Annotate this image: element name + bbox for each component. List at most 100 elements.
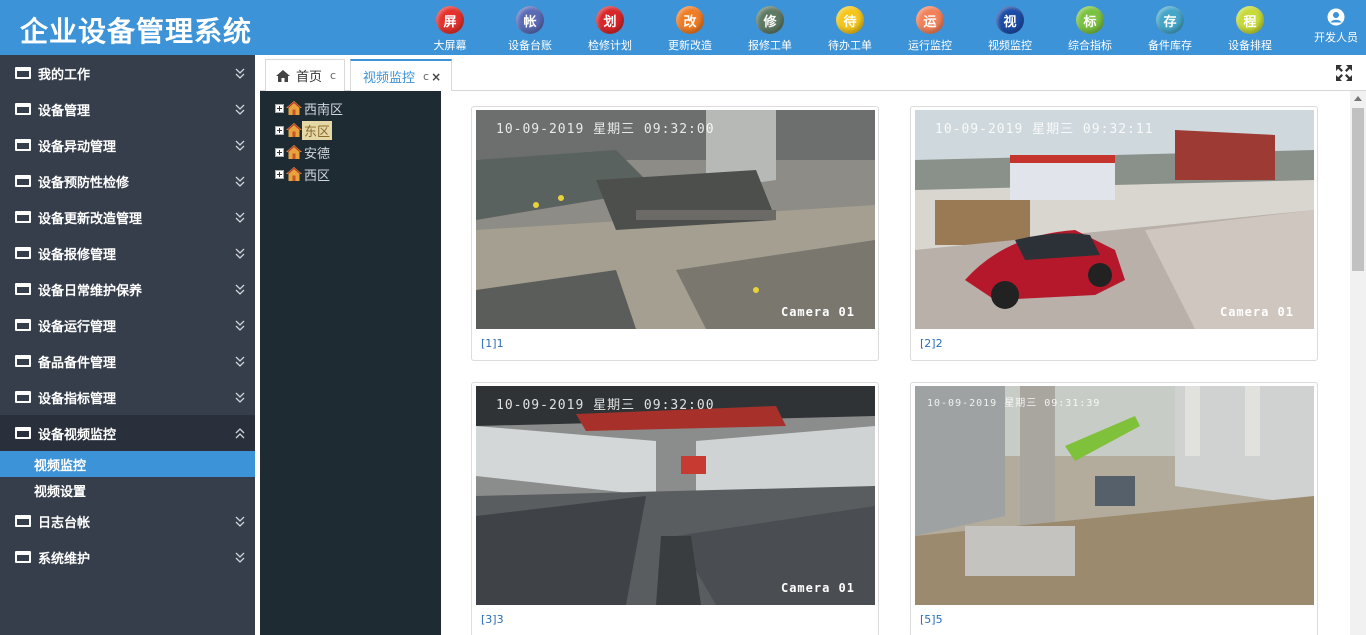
nav-renovation[interactable]: 改 更新改造 [650,0,730,55]
sidebar-item-video-monitoring[interactable]: 设备视频监控 [0,415,255,451]
scroll-up-arrow-icon[interactable] [1354,96,1362,101]
nav-video-monitor[interactable]: 视 视频监控 [970,0,1050,55]
camera-caption[interactable]: [1]1 [481,337,504,350]
tree-node-ande[interactable]: 安德 [275,143,332,162]
nav-run-monitor[interactable]: 运 运行监控 [890,0,970,55]
scrollbar-thumb[interactable] [1352,108,1364,271]
nav-equipment-ledger[interactable]: 帐 设备台账 [490,0,570,55]
sidebar-item-label: 设备指标管理 [38,391,117,407]
fullscreen-icon[interactable] [1332,61,1356,85]
tree-node-label: 西南区 [304,102,344,118]
renovate-icon: 改 [676,6,704,34]
sidebar-item-label: 设备运行管理 [38,319,117,335]
sidebar-item-my-work[interactable]: 我的工作 [0,55,255,91]
chevron-down-icon [235,392,245,403]
tab-label: 首页 [296,70,323,85]
camera-feed-image [476,386,875,605]
chevron-down-icon [235,104,245,115]
nav-label: 运行监控 [908,39,952,52]
camera-caption[interactable]: [3]3 [481,613,504,626]
nav-big-screen[interactable]: 屏 大屏幕 [410,0,490,55]
tree-node-east[interactable]: 东区 [275,120,333,140]
camera-name: Camera 01 [1219,305,1294,319]
window-icon [15,391,31,403]
sidebar-subitem-video-settings[interactable]: 视频设置 [0,477,255,503]
tree-node-label: 东区 [302,120,333,140]
region-tree: 西南区 东区 安德 西区 [260,91,441,635]
window-icon [15,139,31,151]
vertical-scrollbar[interactable] [1350,91,1366,635]
sidebar-item-label: 设备视频监控 [38,427,117,443]
window-icon [15,103,31,115]
app-title: 企业设备管理系统 [20,15,253,48]
chevron-up-icon [235,428,245,439]
camera-timestamp: 10-09-2019 星期三 09:32:00 [496,398,715,413]
chevron-down-icon [235,356,245,367]
expand-icon[interactable] [275,125,284,135]
sidebar-item-label: 日志台帐 [38,515,91,531]
close-icon[interactable]: × [431,70,441,84]
sidebar-item-equipment[interactable]: 设备管理 [0,91,255,127]
tree-node-west[interactable]: 西区 [275,165,332,184]
sidebar: 我的工作 设备管理 设备异动管理 设备预防性检修 设备更新改造管理 设备报修管理… [0,55,255,635]
sidebar-item-operation[interactable]: 设备运行管理 [0,307,255,343]
sidebar-item-label: 设备更新改造管理 [38,211,143,227]
chevron-down-icon [235,552,245,563]
sidebar-item-label: 设备异动管理 [38,139,117,155]
sidebar-item-log-ledger[interactable]: 日志台帐 [0,503,255,539]
sidebar-item-label: 备品备件管理 [38,355,117,371]
tab-home[interactable]: 首页 c [265,59,345,91]
tab-video-monitor[interactable]: 视频监控 c × [350,59,452,92]
camera-card[interactable]: 10-09-2019 星期三 09:32:00 Camera 01 [3]3 [471,382,879,635]
tree-node-southwest[interactable]: 西南区 [275,99,345,118]
chevron-down-icon [235,516,245,527]
expand-icon[interactable] [275,147,284,157]
camera-card[interactable]: 10-09-2019 星期三 09:31:39 [5]5 [910,382,1318,635]
video-grid: 10-09-2019 星期三 09:32:00 Camera 01 [1]1 1… [441,91,1350,635]
sidebar-item-repair[interactable]: 设备报修管理 [0,235,255,271]
expand-icon[interactable] [275,103,284,113]
camera-feed[interactable]: 10-09-2019 星期三 09:32:00 Camera 01 [476,110,875,329]
camera-caption[interactable]: [5]5 [920,613,943,626]
sidebar-item-spare-parts[interactable]: 备品备件管理 [0,343,255,379]
camera-feed[interactable]: 10-09-2019 星期三 09:31:39 [915,386,1314,605]
nav-repair-orders[interactable]: 修 报修工单 [730,0,810,55]
refresh-icon[interactable]: c [330,69,336,82]
sidebar-item-renovation[interactable]: 设备更新改造管理 [0,199,255,235]
camera-timestamp: 10-09-2019 星期三 09:32:11 [935,122,1154,137]
nav-todo-orders[interactable]: 待 待办工单 [810,0,890,55]
plan-icon: 划 [596,6,624,34]
stock-icon: 存 [1156,6,1184,34]
tree-node-label: 安德 [304,146,331,162]
window-icon [15,427,31,439]
sidebar-item-system[interactable]: 系统维护 [0,539,255,575]
window-icon [15,67,31,79]
camera-caption[interactable]: [2]2 [920,337,943,350]
refresh-icon[interactable]: c [423,70,429,83]
nav-label: 综合指标 [1068,39,1112,52]
user-menu[interactable]: 开发人员 [1308,8,1364,45]
nav-scheduling[interactable]: 程 设备排程 [1210,0,1290,55]
window-icon [15,551,31,563]
sidebar-item-label: 设备日常维护保养 [38,283,143,299]
sidebar-item-equipment-change[interactable]: 设备异动管理 [0,127,255,163]
sidebar-item-preventive[interactable]: 设备预防性检修 [0,163,255,199]
todo-icon: 待 [836,6,864,34]
expand-icon[interactable] [275,169,284,179]
nav-maintenance-plan[interactable]: 划 检修计划 [570,0,650,55]
house-icon [286,167,302,181]
sidebar-item-label: 设备预防性检修 [38,175,130,191]
sidebar-item-daily-maintenance[interactable]: 设备日常维护保养 [0,271,255,307]
nav-spare-stock[interactable]: 存 备件库存 [1130,0,1210,55]
camera-feed[interactable]: 10-09-2019 星期三 09:32:00 Camera 01 [476,386,875,605]
camera-card[interactable]: 10-09-2019 星期三 09:32:11 Camera 01 [2]2 [910,106,1318,361]
sidebar-item-indicators[interactable]: 设备指标管理 [0,379,255,415]
chevron-down-icon [235,140,245,151]
camera-feed[interactable]: 10-09-2019 星期三 09:32:11 Camera 01 [915,110,1314,329]
tab-bar: 首页 c 视频监控 c × [260,55,1366,92]
nav-label: 报修工单 [748,39,792,52]
camera-card[interactable]: 10-09-2019 星期三 09:32:00 Camera 01 [1]1 [471,106,879,361]
nav-overall-index[interactable]: 标 综合指标 [1050,0,1130,55]
tab-label: 视频监控 [363,71,416,86]
sidebar-subitem-video-monitor[interactable]: 视频监控 [0,451,255,477]
